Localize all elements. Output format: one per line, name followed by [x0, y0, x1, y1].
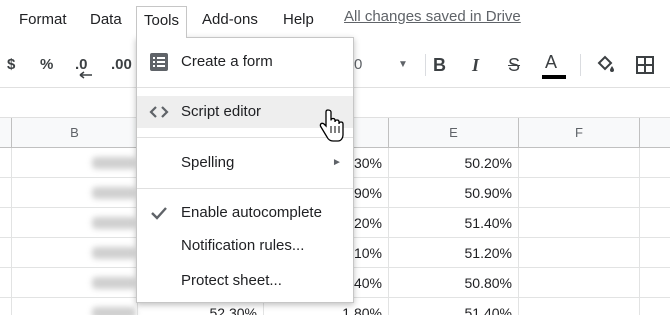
menu-help[interactable]: Help: [283, 8, 314, 32]
menu-item-create-form[interactable]: Create a form: [137, 46, 353, 78]
arrow-left-icon: [79, 71, 92, 79]
menu-item-label: Create a form: [181, 53, 273, 70]
table-cell[interactable]: [519, 148, 640, 178]
table-cell[interactable]: 50.80%: [389, 268, 519, 298]
table-cell[interactable]: [640, 268, 670, 298]
check-icon: [151, 207, 167, 220]
table-cell[interactable]: [640, 298, 670, 315]
table-cell[interactable]: [519, 238, 640, 268]
table-cell[interactable]: 50.20%: [389, 148, 519, 178]
table-cell[interactable]: [640, 238, 670, 268]
row-header[interactable]: [0, 148, 12, 178]
text-color-swatch: [542, 75, 566, 79]
menu-divider: [137, 87, 353, 88]
increase-decimal-button[interactable]: .00: [111, 42, 132, 88]
table-cell[interactable]: [519, 178, 640, 208]
table-cell[interactable]: 50.90%: [389, 178, 519, 208]
hand-cursor-icon: [319, 109, 344, 142]
menu-data[interactable]: Data: [90, 8, 122, 32]
table-cell[interactable]: [12, 178, 138, 208]
table-cell[interactable]: 51.40%: [389, 208, 519, 238]
menu-item-label: Enable autocomplete: [181, 204, 322, 221]
form-icon: [150, 53, 168, 71]
code-icon: [149, 106, 169, 118]
column-header-e[interactable]: E: [389, 118, 519, 148]
row-header[interactable]: [0, 268, 12, 298]
menu-item-spelling[interactable]: Spelling ►: [137, 147, 353, 179]
submenu-arrow-icon: ►: [332, 157, 342, 168]
menu-item-label: Script editor: [181, 103, 262, 120]
table-cell[interactable]: [640, 208, 670, 238]
row-header[interactable]: [0, 238, 12, 268]
menu-item-protect-sheet[interactable]: Protect sheet...: [137, 265, 353, 297]
table-cell[interactable]: [12, 208, 138, 238]
currency-format-button[interactable]: $: [7, 42, 15, 88]
toolbar-divider: [580, 54, 581, 76]
increase-decimal-label: .00: [111, 56, 132, 73]
table-cell[interactable]: [519, 208, 640, 238]
percent-format-button[interactable]: %: [40, 42, 53, 88]
menu-bar: Format Data Tools Add-ons Help All chang…: [0, 0, 670, 38]
decrease-decimal-button[interactable]: .0: [75, 42, 92, 88]
text-color-letter: A: [545, 52, 558, 72]
column-header-f[interactable]: F: [519, 118, 640, 148]
table-cell[interactable]: [12, 148, 138, 178]
table-cell[interactable]: [640, 148, 670, 178]
strikethrough-button[interactable]: S: [508, 42, 520, 88]
text-color-button[interactable]: A: [542, 42, 566, 88]
table-cell[interactable]: [640, 178, 670, 208]
menu-format[interactable]: Format: [19, 8, 67, 32]
table-cell[interactable]: [519, 268, 640, 298]
borders-icon[interactable]: [633, 53, 657, 77]
table-cell[interactable]: 51.20%: [389, 238, 519, 268]
menu-item-label: Spelling: [181, 154, 235, 171]
toolbar-divider: [425, 54, 426, 76]
fill-color-icon[interactable]: [593, 53, 617, 77]
font-size-dropdown-icon[interactable]: ▼: [398, 42, 408, 88]
table-cell[interactable]: [12, 298, 138, 315]
font-size-value[interactable]: 0: [354, 42, 362, 88]
menu-tools[interactable]: Tools: [136, 6, 188, 38]
menu-item-label: Protect sheet...: [181, 272, 282, 289]
row-header-corner[interactable]: [0, 118, 12, 148]
menu-item-label: Notification rules...: [181, 237, 305, 254]
column-header-g[interactable]: [640, 118, 670, 148]
menu-add-ons[interactable]: Add-ons: [202, 8, 258, 32]
menu-item-enable-autocomplete[interactable]: Enable autocomplete: [137, 197, 353, 229]
menu-item-notification-rules[interactable]: Notification rules...: [137, 230, 353, 262]
row-header[interactable]: [0, 178, 12, 208]
row-header[interactable]: [0, 208, 12, 238]
table-cell[interactable]: [12, 238, 138, 268]
tools-menu: Create a form Script editor Spelling ► E…: [136, 37, 354, 303]
row-header[interactable]: [0, 298, 12, 315]
bold-button[interactable]: B: [433, 42, 446, 88]
column-header-b[interactable]: B: [12, 118, 138, 148]
table-cell[interactable]: 51.40%: [389, 298, 519, 315]
save-status-link[interactable]: All changes saved in Drive: [344, 8, 521, 25]
table-cell[interactable]: [12, 268, 138, 298]
menu-divider: [137, 188, 353, 189]
table-cell[interactable]: [519, 298, 640, 315]
italic-button[interactable]: I: [472, 42, 479, 88]
